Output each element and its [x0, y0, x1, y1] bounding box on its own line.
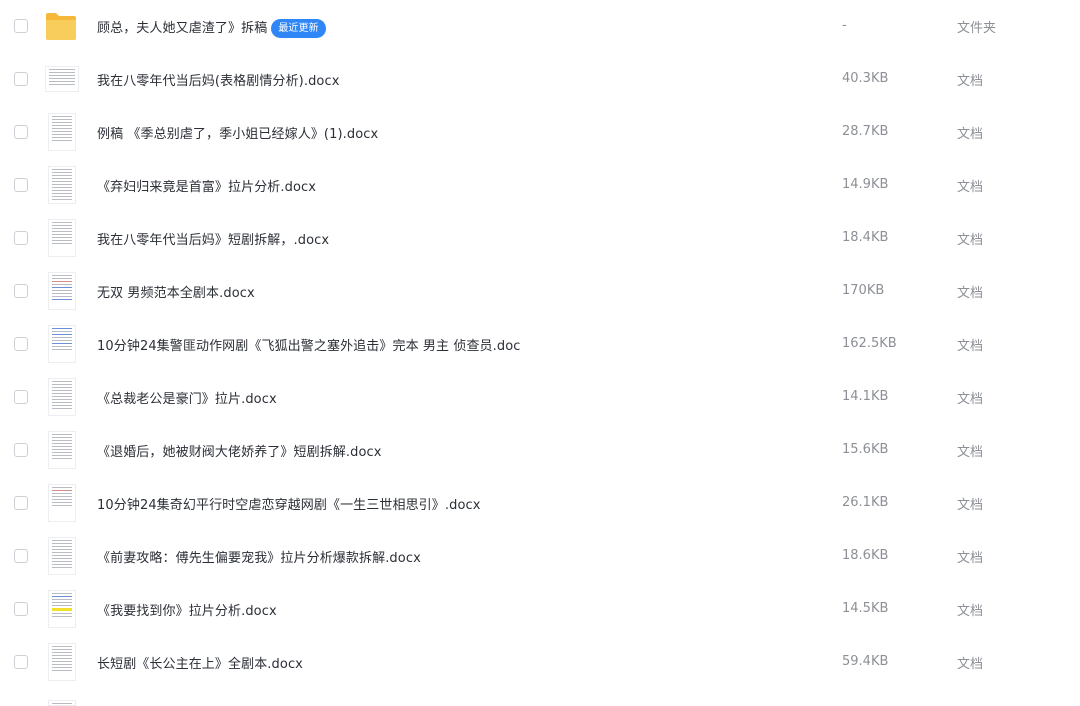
row-checkbox[interactable] [14, 549, 28, 563]
document-thumbnail-icon [45, 60, 79, 98]
document-thumbnail-icon [45, 484, 79, 522]
file-size: 18.6KB [842, 548, 889, 563]
file-name[interactable]: 我在八零年代当后妈》短剧拆解，.docx [97, 229, 329, 248]
file-type: 文档 [957, 604, 984, 619]
file-type: 文档 [957, 445, 984, 460]
row-checkbox[interactable] [14, 390, 28, 404]
document-thumbnail-icon [45, 700, 79, 706]
row-checkbox[interactable] [14, 496, 28, 510]
document-thumbnail-icon [45, 113, 79, 151]
recent-update-badge: 最近更新 [271, 19, 326, 38]
file-row[interactable]: 长短剧《长公主在上》全剧本.docx 59.4KB 文档 [0, 636, 1080, 689]
file-row[interactable]: 《前妻攻略：傅先生偏要宠我》拉片分析爆款拆解.docx 18.6KB 文档 [0, 530, 1080, 583]
row-checkbox[interactable] [14, 655, 28, 669]
row-checkbox[interactable] [14, 602, 28, 616]
row-checkbox[interactable] [14, 231, 28, 245]
document-thumbnail-icon [45, 166, 79, 204]
document-thumbnail-icon [45, 431, 79, 469]
document-thumbnail-icon [45, 590, 79, 628]
file-size: 59.4KB [842, 654, 889, 669]
file-type: 文档 [957, 74, 984, 89]
file-type: 文档 [957, 392, 984, 407]
row-checkbox[interactable] [14, 19, 28, 33]
file-type: 文档 [957, 551, 984, 566]
file-size: 28.7KB [842, 124, 889, 139]
file-size: 26.1KB [842, 495, 889, 510]
file-name[interactable]: 《退婚后，她被财阀大佬娇养了》短剧拆解.docx [97, 441, 382, 460]
file-type: 文档 [957, 180, 984, 195]
file-name-text[interactable]: 顾总，夫人她又虐渣了》拆稿 [97, 21, 267, 36]
folder-icon [46, 13, 76, 40]
file-size: 14.5KB [842, 601, 889, 616]
file-row[interactable]: 我在八零年代当后妈》短剧拆解，.docx 18.4KB 文档 [0, 212, 1080, 265]
file-size: 18.4KB [842, 230, 889, 245]
file-name[interactable]: 顾总，夫人她又虐渣了》拆稿 最近更新 [97, 17, 326, 38]
file-type: 文档 [957, 233, 984, 248]
file-size: - [842, 18, 847, 33]
file-name[interactable]: 长短剧《长公主在上》全剧本.docx [97, 653, 303, 672]
file-type: 文档 [957, 127, 984, 142]
file-row[interactable]: 《总裁老公是豪门》拉片.docx 14.1KB 文档 [0, 371, 1080, 424]
document-thumbnail-icon [45, 219, 79, 257]
file-name[interactable]: 《前妻攻略：傅先生偏要宠我》拉片分析爆款拆解.docx [97, 547, 421, 566]
row-checkbox[interactable] [14, 443, 28, 457]
file-row[interactable]: 我在八零年代当后妈(表格剧情分析).docx 40.3KB 文档 [0, 53, 1080, 106]
file-row-folder[interactable]: 顾总，夫人她又虐渣了》拆稿 最近更新 - 文件夹 [0, 0, 1080, 53]
file-type: 文档 [957, 657, 984, 672]
file-type: 文件夹 [957, 21, 997, 36]
row-checkbox[interactable] [14, 125, 28, 139]
file-row[interactable]: 《退婚后，她被财阀大佬娇养了》短剧拆解.docx 15.6KB 文档 [0, 424, 1080, 477]
document-thumbnail-icon [45, 325, 79, 363]
row-checkbox[interactable] [14, 72, 28, 86]
file-size: 14.9KB [842, 177, 889, 192]
file-size: 15.6KB [842, 442, 889, 457]
file-row[interactable]: 无双 男频范本全剧本.docx 170KB 文档 [0, 265, 1080, 318]
file-name[interactable]: 例稿 《季总别虐了，季小姐已经嫁人》(1).docx [97, 123, 378, 142]
row-checkbox[interactable] [14, 337, 28, 351]
row-checkbox[interactable] [14, 178, 28, 192]
file-size: 170KB [842, 283, 885, 298]
document-thumbnail-icon [45, 537, 79, 575]
file-list: 顾总，夫人她又虐渣了》拆稿 最近更新 - 文件夹 我在八零年代当后妈(表格剧情分析… [0, 0, 1080, 706]
file-type: 文档 [957, 498, 984, 513]
file-name[interactable]: 《总裁老公是豪门》拉片.docx [97, 388, 277, 407]
file-row[interactable]: 《我要找到你》拉片分析.docx 14.5KB 文档 [0, 583, 1080, 636]
file-name[interactable]: 我在八零年代当后妈(表格剧情分析).docx [97, 70, 340, 89]
file-size: 40.3KB [842, 71, 889, 86]
file-row[interactable]: 《弃妇归来竟是首富》拉片分析.docx 14.9KB 文档 [0, 159, 1080, 212]
file-name[interactable]: 10分钟24集奇幻平行时空虐恋穿越网剧《一生三世相思引》.docx [97, 494, 481, 513]
file-size: 14.1KB [842, 389, 889, 404]
file-row[interactable]: 例稿 《季总别虐了，季小姐已经嫁人》(1).docx 28.7KB 文档 [0, 106, 1080, 159]
file-name[interactable]: 10分钟24集警匪动作网剧《飞狐出警之塞外追击》完本 男主 侦查员.doc [97, 335, 521, 354]
document-thumbnail-icon [45, 643, 79, 681]
file-type: 文档 [957, 339, 984, 354]
file-size: 162.5KB [842, 336, 897, 351]
document-thumbnail-icon [45, 272, 79, 310]
file-name[interactable]: 无双 男频范本全剧本.docx [97, 282, 255, 301]
file-row[interactable]: 10分钟24集警匪动作网剧《飞狐出警之塞外追击》完本 男主 侦查员.doc 16… [0, 318, 1080, 371]
document-thumbnail-icon [45, 378, 79, 416]
file-row[interactable]: 10分钟24集奇幻平行时空虐恋穿越网剧《一生三世相思引》.docx 26.1KB… [0, 477, 1080, 530]
row-checkbox[interactable] [14, 284, 28, 298]
file-type: 文档 [957, 286, 984, 301]
file-name[interactable]: 《我要找到你》拉片分析.docx [97, 600, 277, 619]
file-name[interactable]: 《弃妇归来竟是首富》拉片分析.docx [97, 176, 316, 195]
